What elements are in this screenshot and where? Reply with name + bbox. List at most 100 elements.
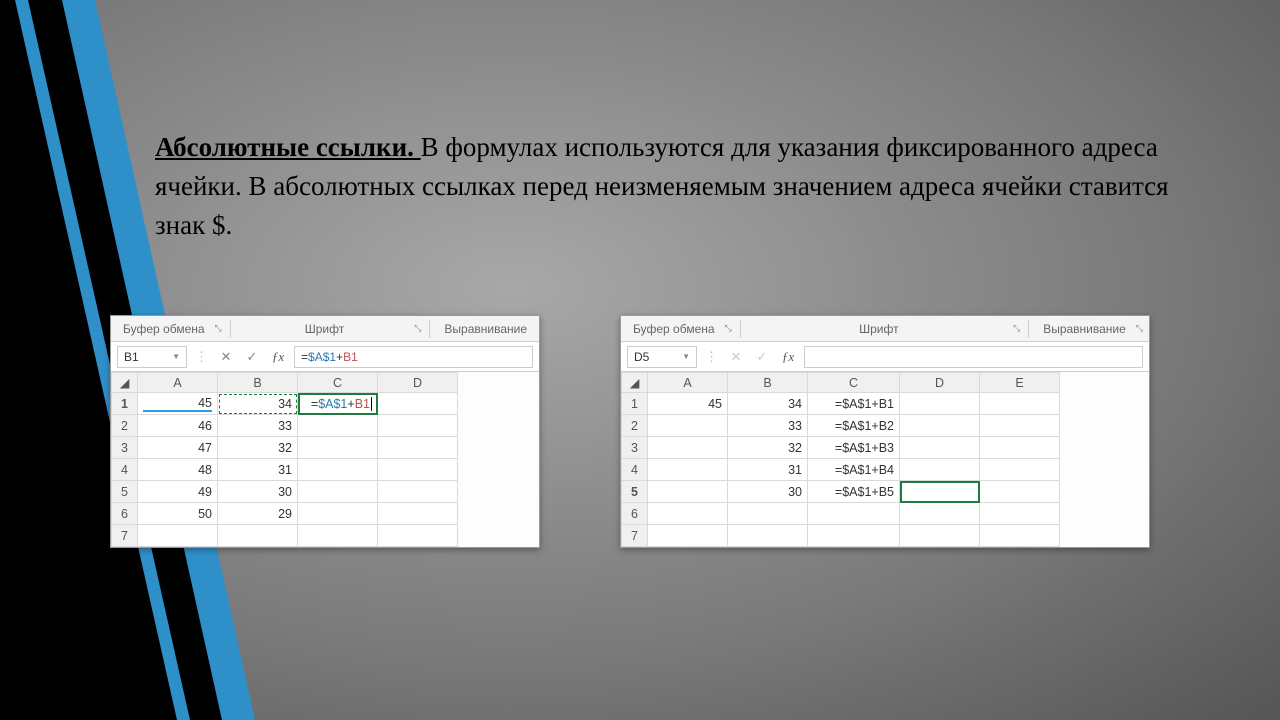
cell[interactable]: 33 xyxy=(218,415,298,437)
cell[interactable] xyxy=(900,459,980,481)
cell[interactable]: =$A$1+B3 xyxy=(808,437,900,459)
row-header[interactable]: 2 xyxy=(112,415,138,437)
cell[interactable] xyxy=(648,525,728,547)
col-header[interactable]: B xyxy=(728,373,808,393)
cell[interactable] xyxy=(298,459,378,481)
row-header[interactable]: 4 xyxy=(622,459,648,481)
row-header[interactable]: 3 xyxy=(112,437,138,459)
cell[interactable] xyxy=(900,415,980,437)
cell[interactable] xyxy=(900,525,980,547)
cell[interactable] xyxy=(378,481,458,503)
cell[interactable] xyxy=(378,393,458,415)
row-header[interactable]: 3 xyxy=(622,437,648,459)
col-header[interactable]: B xyxy=(218,373,298,393)
cell[interactable] xyxy=(900,437,980,459)
cell[interactable]: 34 xyxy=(218,393,298,415)
spreadsheet-grid[interactable]: ◢ A B C D E 14534=$A$1+B1 233=$A$1+B2 33… xyxy=(621,372,1060,547)
cell[interactable] xyxy=(728,503,808,525)
col-header[interactable]: D xyxy=(900,373,980,393)
cell[interactable]: 47 xyxy=(138,437,218,459)
cell[interactable] xyxy=(980,459,1060,481)
cell[interactable]: 50 xyxy=(138,503,218,525)
name-box[interactable]: B1 ▼ xyxy=(117,346,187,368)
row-header[interactable]: 5 xyxy=(112,481,138,503)
fx-icon[interactable]: ƒx xyxy=(268,349,288,365)
cell[interactable] xyxy=(298,481,378,503)
name-box[interactable]: D5 ▼ xyxy=(627,346,697,368)
col-header[interactable]: C xyxy=(298,373,378,393)
cell[interactable] xyxy=(218,525,298,547)
cell[interactable] xyxy=(298,503,378,525)
cell[interactable]: =$A$1+B2 xyxy=(808,415,900,437)
cell[interactable] xyxy=(378,459,458,481)
select-all-corner[interactable]: ◢ xyxy=(112,373,138,393)
cell[interactable] xyxy=(378,437,458,459)
cancel-icon[interactable]: ✕ xyxy=(216,349,236,365)
cell[interactable]: =$A$1+B1 xyxy=(808,393,900,415)
cell[interactable] xyxy=(378,525,458,547)
cell[interactable]: 33 xyxy=(728,415,808,437)
cell[interactable] xyxy=(298,415,378,437)
cell[interactable] xyxy=(648,503,728,525)
cell[interactable]: 29 xyxy=(218,503,298,525)
cell[interactable] xyxy=(648,459,728,481)
cell[interactable]: =$A$1+B4 xyxy=(808,459,900,481)
cell[interactable]: 31 xyxy=(728,459,808,481)
row-header[interactable]: 1 xyxy=(622,393,648,415)
cell[interactable]: =$A$1+B5 xyxy=(808,481,900,503)
row-header[interactable]: 6 xyxy=(112,503,138,525)
cell[interactable] xyxy=(378,503,458,525)
cell-editing[interactable]: =$A$1+B1 xyxy=(298,393,378,415)
cell-selected[interactable] xyxy=(900,481,980,503)
cell[interactable] xyxy=(648,415,728,437)
cell[interactable] xyxy=(980,393,1060,415)
cell[interactable] xyxy=(980,525,1060,547)
cell[interactable] xyxy=(648,481,728,503)
row-header[interactable]: 4 xyxy=(112,459,138,481)
cell[interactable] xyxy=(728,525,808,547)
row-header[interactable]: 5 xyxy=(622,481,648,503)
cell[interactable] xyxy=(298,525,378,547)
cell[interactable] xyxy=(648,437,728,459)
cell[interactable]: 49 xyxy=(138,481,218,503)
cell[interactable]: 32 xyxy=(728,437,808,459)
cell[interactable]: 34 xyxy=(728,393,808,415)
cell[interactable] xyxy=(900,393,980,415)
row-header[interactable]: 7 xyxy=(622,525,648,547)
cell[interactable]: 30 xyxy=(218,481,298,503)
spreadsheet-grid[interactable]: ◢ A B C D 1 45 34 =$A$1+B1 24633 34732 4… xyxy=(111,372,458,547)
cell[interactable] xyxy=(980,437,1060,459)
cell[interactable] xyxy=(980,503,1060,525)
row-header[interactable]: 7 xyxy=(112,525,138,547)
cell[interactable] xyxy=(980,481,1060,503)
cell[interactable] xyxy=(378,415,458,437)
cell[interactable] xyxy=(900,503,980,525)
cell[interactable] xyxy=(808,525,900,547)
cell[interactable]: 48 xyxy=(138,459,218,481)
accept-icon[interactable]: ✓ xyxy=(242,349,262,365)
row-header[interactable]: 1 xyxy=(112,393,138,415)
col-header[interactable]: E xyxy=(980,373,1060,393)
formula-input[interactable] xyxy=(804,346,1143,368)
cell[interactable]: 32 xyxy=(218,437,298,459)
select-all-corner[interactable]: ◢ xyxy=(622,373,648,393)
cell[interactable]: 30 xyxy=(728,481,808,503)
col-header[interactable]: A xyxy=(648,373,728,393)
row-header[interactable]: 6 xyxy=(622,503,648,525)
ribbon: Буфер обмена ⤡ Шрифт ⤡ Выравнивание ⤡ xyxy=(621,316,1149,342)
formula-input[interactable]: =$A$1+B1 xyxy=(294,346,533,368)
cell[interactable] xyxy=(808,503,900,525)
fx-icon[interactable]: ƒx xyxy=(778,349,798,365)
col-header[interactable]: D xyxy=(378,373,458,393)
cell[interactable]: 45 xyxy=(648,393,728,415)
col-header[interactable]: A xyxy=(138,373,218,393)
cell[interactable]: 46 xyxy=(138,415,218,437)
cell[interactable] xyxy=(138,525,218,547)
ribbon-font: Шрифт xyxy=(749,322,1009,336)
col-header[interactable]: C xyxy=(808,373,900,393)
row-header[interactable]: 2 xyxy=(622,415,648,437)
cell[interactable] xyxy=(298,437,378,459)
cell[interactable] xyxy=(980,415,1060,437)
cell[interactable]: 31 xyxy=(218,459,298,481)
cell[interactable]: 45 xyxy=(138,393,218,415)
